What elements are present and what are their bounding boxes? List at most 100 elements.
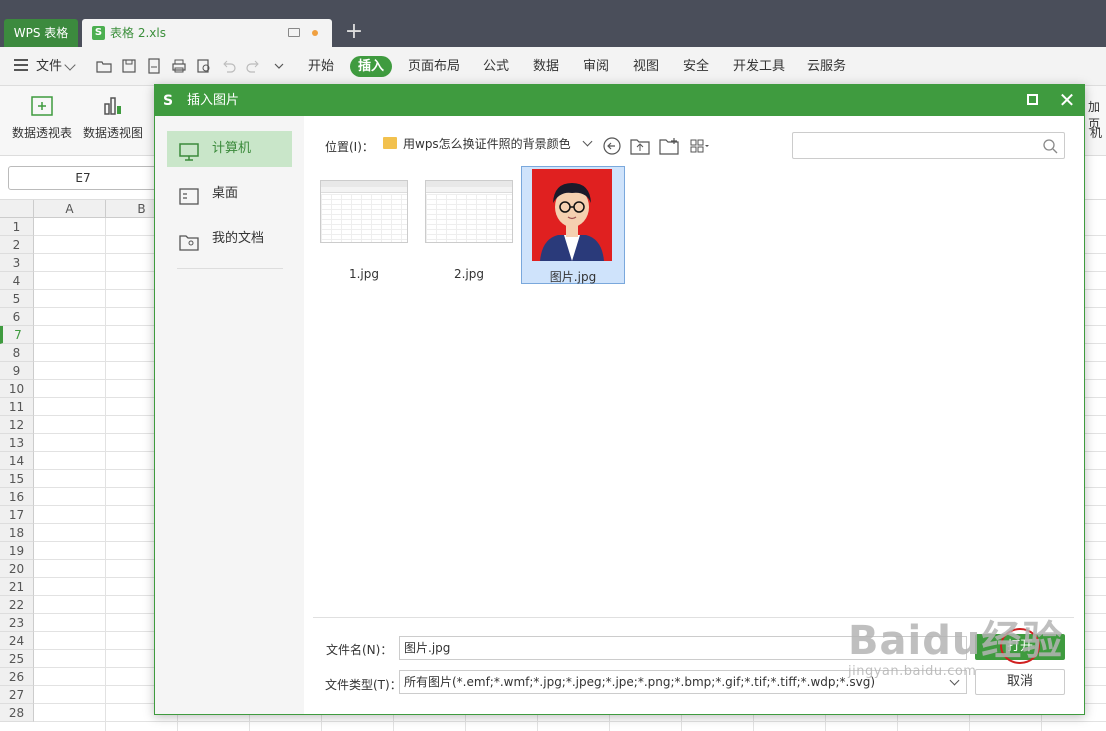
select-all-corner[interactable]	[0, 200, 34, 218]
row-header-27[interactable]: 27	[0, 686, 34, 704]
folder-icon	[383, 137, 397, 149]
file-name: 1.jpg	[348, 267, 380, 281]
menu-insert[interactable]: 插入	[350, 56, 393, 77]
row-header-11[interactable]: 11	[0, 398, 34, 416]
dialog-title-bar[interactable]: S 插入图片 ✕	[155, 85, 1084, 116]
watermark-logo-text: Baidu经验	[848, 618, 1064, 664]
row-header-13[interactable]: 13	[0, 434, 34, 452]
open-folder-icon[interactable]	[96, 58, 112, 74]
row-header-24[interactable]: 24	[0, 632, 34, 650]
row-header-6[interactable]: 6	[0, 308, 34, 326]
tab-document[interactable]: S 表格 2.xls	[82, 19, 332, 47]
sidebar-item-documents[interactable]: 我的文档	[167, 221, 292, 257]
location-dropdown[interactable]: 用wps怎么换证件照的背景颜色	[377, 131, 595, 157]
menu-developer[interactable]: 开发工具	[733, 47, 785, 86]
row-header-2[interactable]: 2	[0, 236, 34, 254]
row-header-28[interactable]: 28	[0, 704, 34, 722]
row-header-4[interactable]: 4	[0, 272, 34, 290]
row-header-19[interactable]: 19	[0, 542, 34, 560]
print-icon[interactable]	[171, 58, 187, 74]
row-header-22[interactable]: 22	[0, 596, 34, 614]
menu-security[interactable]: 安全	[683, 47, 709, 86]
menu-bar: 文件 开始 插入 页面布局 公式 数据 审阅 视图 安全 开发工具 云服务	[0, 47, 1106, 86]
close-icon[interactable]: ✕	[1057, 88, 1077, 112]
tab-wps-app[interactable]: WPS 表格	[4, 19, 78, 47]
pivot-chart-button[interactable]: 数据透视图	[80, 94, 146, 141]
customize-toolbar-icon[interactable]	[271, 58, 287, 74]
row-header-18[interactable]: 18	[0, 524, 34, 542]
new-tab-button[interactable]: +	[344, 20, 364, 44]
save-icon[interactable]	[121, 58, 137, 74]
pivot-table-icon	[30, 94, 54, 118]
menu-page-layout[interactable]: 页面布局	[408, 47, 460, 86]
row-header-14[interactable]: 14	[0, 452, 34, 470]
new-folder-icon[interactable]	[659, 137, 679, 155]
name-box[interactable]: E7	[8, 166, 158, 190]
pivot-chart-icon	[101, 94, 125, 118]
row-header-5[interactable]: 5	[0, 290, 34, 308]
pivot-table-button[interactable]: 数据透视表	[9, 94, 75, 141]
row-header-20[interactable]: 20	[0, 560, 34, 578]
sidebar-item-desktop[interactable]: 桌面	[167, 176, 292, 212]
file-thumbnail-2[interactable]: 2.jpg	[417, 166, 521, 284]
location-path: 用wps怎么换证件照的背景颜色	[403, 137, 571, 151]
sidebar-item-label: 计算机	[212, 141, 252, 156]
up-folder-icon[interactable]	[630, 137, 650, 155]
export-pdf-icon[interactable]	[146, 58, 162, 74]
row-header-8[interactable]: 8	[0, 344, 34, 362]
dialog-title: 插入图片	[187, 93, 240, 108]
id-photo-thumbnail	[532, 169, 612, 261]
row-header-9[interactable]: 9	[0, 362, 34, 380]
spreadsheet-icon: S	[92, 26, 105, 40]
ribbon-partial-label-2: 机	[1090, 126, 1103, 140]
monitor-icon[interactable]	[288, 28, 300, 37]
row-header-10[interactable]: 10	[0, 380, 34, 398]
chevron-down-icon[interactable]	[64, 59, 76, 71]
maximize-icon[interactable]	[1027, 94, 1038, 105]
view-mode-icon[interactable]	[690, 137, 710, 155]
row-header-15[interactable]: 15	[0, 470, 34, 488]
computer-icon	[179, 140, 199, 161]
menu-cloud[interactable]: 云服务	[807, 47, 846, 86]
row-header-23[interactable]: 23	[0, 614, 34, 632]
menu-file[interactable]: 文件	[36, 47, 62, 86]
row-header-25[interactable]: 25	[0, 650, 34, 668]
redo-icon[interactable]	[245, 58, 261, 74]
back-icon[interactable]	[602, 137, 622, 155]
file-thumbnail-3[interactable]: 图片.jpg	[521, 166, 625, 284]
sidebar-item-label: 我的文档	[212, 231, 265, 246]
my-documents-icon	[179, 230, 199, 251]
row-header-3[interactable]: 3	[0, 254, 34, 272]
dialog-sidebar: 计算机 桌面 我的文档	[155, 116, 304, 714]
pivot-chart-label: 数据透视图	[82, 126, 143, 140]
row-header-7[interactable]: 7	[0, 326, 34, 344]
row-header-26[interactable]: 26	[0, 668, 34, 686]
file-thumbnail-1[interactable]: 1.jpg	[312, 166, 416, 284]
undo-icon[interactable]	[221, 58, 237, 74]
tab-document-title: 表格 2.xls	[110, 26, 166, 40]
row-header-16[interactable]: 16	[0, 488, 34, 506]
menu-formula[interactable]: 公式	[483, 47, 509, 86]
row-header-1[interactable]: 1	[0, 218, 34, 236]
search-icon[interactable]	[1042, 138, 1058, 154]
sidebar-item-computer[interactable]: 计算机	[167, 131, 292, 167]
print-preview-icon[interactable]	[196, 58, 212, 74]
file-name: 2.jpg	[453, 267, 485, 281]
watermark-url: jingyan.baidu.com	[848, 664, 977, 679]
thumbnail-image	[320, 180, 408, 243]
row-header-12[interactable]: 12	[0, 416, 34, 434]
menu-view[interactable]: 视图	[633, 47, 659, 86]
row-header-17[interactable]: 17	[0, 506, 34, 524]
file-name: 图片.jpg	[549, 270, 597, 284]
baidu-watermark: Baidu经验 jingyan.baidu.com	[848, 608, 1063, 679]
menu-start[interactable]: 开始	[308, 47, 334, 86]
hamburger-icon[interactable]	[14, 59, 28, 71]
column-header-a[interactable]: A	[34, 200, 106, 218]
menu-review[interactable]: 审阅	[583, 47, 609, 86]
chevron-down-icon[interactable]	[582, 136, 593, 147]
search-input[interactable]	[792, 132, 1065, 159]
menu-data[interactable]: 数据	[533, 47, 559, 86]
sidebar-item-label: 桌面	[212, 186, 239, 201]
location-label: 位置(I)：	[325, 140, 374, 154]
row-header-21[interactable]: 21	[0, 578, 34, 596]
